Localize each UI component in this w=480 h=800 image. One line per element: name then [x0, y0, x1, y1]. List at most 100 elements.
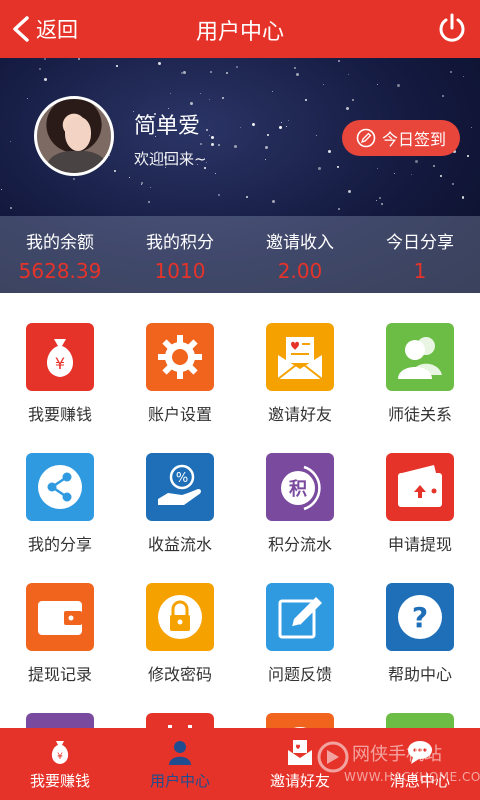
- star-decoration: [10, 141, 11, 142]
- svg-text:?: ?: [412, 601, 428, 634]
- star-decoration: [265, 146, 268, 149]
- tab-invite-friends[interactable]: 邀请好友: [240, 728, 360, 800]
- star-decoration: [200, 143, 202, 145]
- star-decoration: [209, 135, 210, 136]
- grid-item-label: 邀请好友: [267, 405, 332, 424]
- star-decoration: [467, 155, 469, 157]
- grid-item-partial-1[interactable]: [0, 683, 120, 728]
- star-decoration: [318, 167, 321, 170]
- grid-item-points-flow[interactable]: 积 积分流水: [240, 423, 360, 554]
- star-decoration: [226, 72, 228, 74]
- star-decoration: [316, 135, 317, 136]
- tile: [26, 453, 94, 521]
- grid-item-my-shares[interactable]: 我的分享: [0, 423, 120, 554]
- star-decoration: [442, 95, 444, 97]
- tab-label: 我要赚钱: [29, 771, 90, 790]
- tab-label: 邀请好友: [269, 771, 330, 790]
- wallet-icon: [38, 601, 82, 635]
- star-decoration: [462, 197, 464, 199]
- star-decoration: [39, 68, 41, 70]
- star-decoration: [218, 144, 220, 146]
- grid-item-change-password[interactable]: 修改密码: [120, 553, 240, 684]
- star-decoration: [463, 76, 464, 77]
- grid-item-partial-2[interactable]: [120, 683, 240, 728]
- tile: [146, 323, 214, 391]
- star-decoration: [150, 187, 151, 188]
- grid-item-account-settings[interactable]: 账户设置: [120, 293, 240, 424]
- chat-icon: [394, 721, 446, 728]
- star-decoration: [272, 200, 275, 203]
- grid-item-label: 修改密码: [147, 665, 212, 684]
- star-decoration: [44, 78, 47, 81]
- star-decoration: [114, 170, 116, 172]
- stat-today-share[interactable]: 今日分享 1: [360, 216, 480, 293]
- grid-item-income-flow[interactable]: % 收益流水: [120, 423, 240, 554]
- star-decoration: [265, 159, 266, 160]
- message-icon: [408, 740, 432, 764]
- stat-invite-income[interactable]: 邀请收入 2.00: [240, 216, 360, 293]
- tab-message-center[interactable]: 消息中心: [360, 728, 480, 800]
- star-decoration: [78, 58, 80, 60]
- star-decoration: [415, 160, 418, 163]
- grid-item-invite-friends[interactable]: 邀请好友: [240, 293, 360, 424]
- money-bag-icon: ¥: [51, 740, 69, 764]
- star-decoration: [252, 123, 255, 126]
- tile: [266, 323, 334, 391]
- star-decoration: [305, 99, 307, 101]
- tile: [26, 713, 94, 728]
- tab-label: 消息中心: [389, 771, 450, 790]
- star-decoration: [338, 60, 340, 62]
- tile: [26, 583, 94, 651]
- daily-signin-button[interactable]: 今日签到: [342, 120, 460, 156]
- star-decoration: [222, 97, 224, 99]
- grid-item-feedback[interactable]: 问题反馈: [240, 553, 360, 684]
- stat-balance[interactable]: 我的余额 5628.39: [0, 216, 120, 293]
- top-bar: 返回 用户中心: [0, 0, 480, 58]
- star-decoration: [141, 184, 142, 185]
- avatar[interactable]: [34, 96, 114, 176]
- tile: [266, 583, 334, 651]
- grid-item-help-center[interactable]: ? 帮助中心: [360, 553, 480, 684]
- star-decoration: [109, 155, 110, 156]
- star-decoration: [346, 107, 349, 110]
- tab-user-center[interactable]: 用户中心: [120, 728, 240, 800]
- grid-item-partial-4[interactable]: [360, 683, 480, 728]
- star-decoration: [377, 168, 378, 169]
- star-decoration: [348, 190, 351, 193]
- star-decoration: [158, 62, 161, 65]
- grid-item-partial-3[interactable]: [240, 683, 360, 728]
- star-decoration: [1, 189, 2, 190]
- grid-item-mentor-relations[interactable]: 师徒关系: [360, 293, 480, 424]
- star-decoration: [181, 72, 183, 74]
- grid-item-label: 申请提现: [387, 535, 452, 554]
- invite-letter-icon: [277, 337, 323, 380]
- star-decoration: [206, 129, 208, 131]
- welcome-text: 欢迎回来~: [134, 150, 207, 168]
- page-title: 用户中心: [195, 20, 284, 45]
- money-bag-icon: ¥: [47, 339, 73, 377]
- edit-circle-icon: [356, 128, 376, 148]
- star-decoration: [337, 166, 339, 168]
- invite-letter-icon: [288, 739, 312, 765]
- grid-item-withdraw-records[interactable]: 提现记录: [0, 553, 120, 684]
- tile: [146, 713, 214, 728]
- star-decoration: [200, 93, 201, 94]
- star-decoration: [211, 143, 214, 146]
- username: 简单爱: [134, 114, 201, 139]
- grid-item-apply-withdraw[interactable]: 申请提现: [360, 423, 480, 554]
- points-icon: 积: [281, 465, 321, 511]
- star-decoration: [190, 102, 193, 105]
- grid-item-label: 问题反馈: [267, 665, 332, 684]
- svg-text:积: 积: [289, 479, 307, 500]
- star-decoration: [236, 66, 238, 68]
- partial-purple-icon: [34, 721, 86, 728]
- grid-item-earn-money[interactable]: ¥ 我要赚钱: [0, 293, 120, 424]
- share-icon: [38, 465, 82, 509]
- tab-earn-money[interactable]: ¥ 我要赚钱: [0, 728, 120, 800]
- tile: ?: [386, 583, 454, 651]
- power-icon[interactable]: [436, 12, 468, 44]
- users-icon: [398, 337, 442, 379]
- star-decoration: [288, 120, 289, 121]
- question-icon: ?: [398, 595, 442, 639]
- stat-points[interactable]: 我的积分 1010: [120, 216, 240, 293]
